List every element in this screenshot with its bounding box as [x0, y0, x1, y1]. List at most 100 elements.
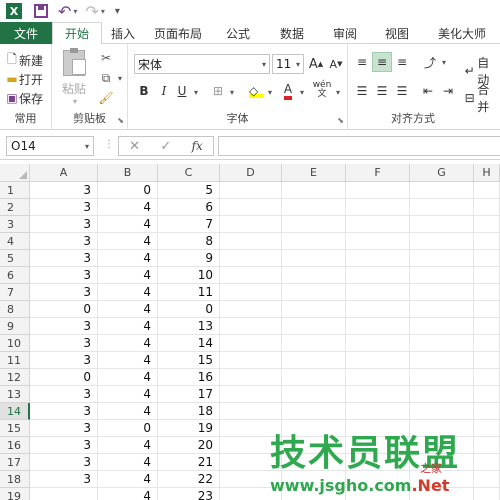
align-right-icon[interactable]: ☰	[392, 81, 412, 101]
cell-f13[interactable]	[346, 386, 410, 403]
row-header[interactable]: 15	[0, 420, 30, 437]
confirm-icon[interactable]: ✓	[160, 139, 171, 154]
tab-review[interactable]: 审阅	[320, 22, 370, 44]
cell-g12[interactable]	[410, 369, 474, 386]
format-painter-icon[interactable]: 🖌	[96, 88, 116, 108]
bold-button[interactable]: B	[134, 81, 154, 101]
align-center-icon[interactable]: ☰	[372, 81, 392, 101]
cell-c12[interactable]: 16	[158, 369, 220, 386]
font-launcher-icon[interactable]: ⬊	[337, 116, 344, 125]
tab-home[interactable]: 开始	[52, 22, 102, 45]
select-all-corner[interactable]	[0, 164, 30, 182]
tab-beautify[interactable]: 美化大师	[424, 22, 500, 44]
cut-icon[interactable]: ✂	[96, 48, 116, 68]
cell-a19[interactable]	[30, 488, 98, 500]
cell-b16[interactable]: 4	[98, 437, 158, 454]
cell-e9[interactable]	[282, 318, 346, 335]
cell-e8[interactable]	[282, 301, 346, 318]
cell-e11[interactable]	[282, 352, 346, 369]
cell-g4[interactable]	[410, 233, 474, 250]
cell-c5[interactable]: 9	[158, 250, 220, 267]
undo-icon[interactable]: ↶	[58, 0, 71, 22]
row-header[interactable]: 9	[0, 318, 30, 335]
cell-a8[interactable]: 0	[30, 301, 98, 318]
redo-icon[interactable]: ↷	[85, 0, 98, 22]
row-header[interactable]: 16	[0, 437, 30, 454]
copy-icon[interactable]: ⧉	[96, 68, 116, 88]
align-bottom-icon[interactable]: ≡	[392, 52, 412, 72]
cell-f12[interactable]	[346, 369, 410, 386]
cell-e13[interactable]	[282, 386, 346, 403]
row-header[interactable]: 10	[0, 335, 30, 352]
cell-d3[interactable]	[220, 216, 282, 233]
cell-c19[interactable]: 23	[158, 488, 220, 500]
cell-e7[interactable]	[282, 284, 346, 301]
name-box[interactable]: O14 ▾	[6, 136, 94, 156]
cell-c1[interactable]: 5	[158, 182, 220, 199]
cell-b3[interactable]: 4	[98, 216, 158, 233]
cell-c13[interactable]: 17	[158, 386, 220, 403]
cell-b1[interactable]: 0	[98, 182, 158, 199]
cell-a17[interactable]: 3	[30, 454, 98, 471]
row-header[interactable]: 18	[0, 471, 30, 488]
row-header[interactable]: 7	[0, 284, 30, 301]
cell-c17[interactable]: 21	[158, 454, 220, 471]
cell-a10[interactable]: 3	[30, 335, 98, 352]
cell-f7[interactable]	[346, 284, 410, 301]
cell-b5[interactable]: 4	[98, 250, 158, 267]
column-header-e[interactable]: E	[282, 164, 346, 182]
shrink-font-button[interactable]: A ▼	[326, 54, 346, 74]
row-header[interactable]: 8	[0, 301, 30, 318]
tab-data[interactable]: 数据	[264, 22, 320, 44]
cell-b7[interactable]: 4	[98, 284, 158, 301]
cell-b15[interactable]: 0	[98, 420, 158, 437]
grow-font-button[interactable]: A ▲	[306, 54, 326, 74]
column-header-f[interactable]: F	[346, 164, 410, 182]
underline-dropdown-icon[interactable]: ▾	[194, 88, 198, 97]
cancel-icon[interactable]: ✕	[129, 139, 140, 154]
cell-f14[interactable]	[346, 403, 410, 420]
cell-g6[interactable]	[410, 267, 474, 284]
orientation-icon[interactable]: ⤴	[420, 52, 440, 72]
cell-a18[interactable]: 3	[30, 471, 98, 488]
row-header[interactable]: 19	[0, 488, 30, 500]
cell-c16[interactable]: 20	[158, 437, 220, 454]
column-header-g[interactable]: G	[410, 164, 474, 182]
cell-c6[interactable]: 10	[158, 267, 220, 284]
cell-h2[interactable]	[474, 199, 500, 216]
cell-h10[interactable]	[474, 335, 500, 352]
font-name-select[interactable]: 宋体 ▾	[134, 54, 270, 74]
formula-bar-splitter[interactable]: ⋮	[104, 139, 114, 150]
cell-e4[interactable]	[282, 233, 346, 250]
cell-d9[interactable]	[220, 318, 282, 335]
clipboard-launcher-icon[interactable]: ⬊	[117, 116, 124, 125]
tab-file[interactable]: 文件	[0, 22, 52, 44]
undo-dropdown-icon[interactable]: ▾	[73, 7, 77, 16]
cell-h7[interactable]	[474, 284, 500, 301]
cell-h1[interactable]	[474, 182, 500, 199]
cell-d10[interactable]	[220, 335, 282, 352]
cell-e14[interactable]	[282, 403, 346, 420]
cell-d14[interactable]	[220, 403, 282, 420]
fill-color-icon[interactable]: ◇	[246, 81, 266, 101]
cell-g13[interactable]	[410, 386, 474, 403]
cell-b14[interactable]: 4	[98, 403, 158, 420]
cell-b6[interactable]: 4	[98, 267, 158, 284]
cell-a11[interactable]: 3	[30, 352, 98, 369]
phonetic-guide-icon[interactable]: wén 文	[312, 80, 332, 100]
cell-b9[interactable]: 4	[98, 318, 158, 335]
column-header-h[interactable]: H	[474, 164, 500, 182]
cell-a16[interactable]: 3	[30, 437, 98, 454]
cell-c3[interactable]: 7	[158, 216, 220, 233]
column-header-b[interactable]: B	[98, 164, 158, 182]
open-button[interactable]: ▬ 打开	[5, 69, 43, 89]
cell-b18[interactable]: 4	[98, 471, 158, 488]
row-header[interactable]: 13	[0, 386, 30, 403]
row-header[interactable]: 3	[0, 216, 30, 233]
tab-formulas[interactable]: 公式	[212, 22, 264, 44]
cell-f1[interactable]	[346, 182, 410, 199]
cell-d13[interactable]	[220, 386, 282, 403]
row-header[interactable]: 17	[0, 454, 30, 471]
insert-function-icon[interactable]: fx	[192, 139, 203, 153]
cell-h11[interactable]	[474, 352, 500, 369]
